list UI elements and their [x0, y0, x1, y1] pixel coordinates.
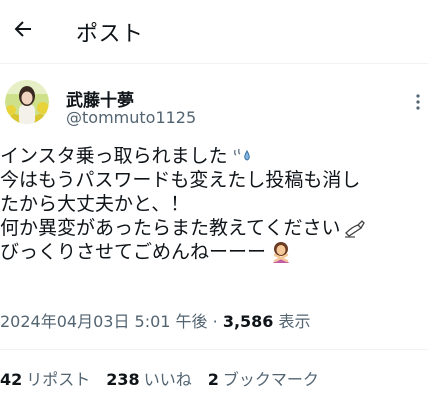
sweat-drops-icon: [233, 148, 250, 161]
author-handle[interactable]: @tommuto1125: [66, 108, 196, 127]
reposts-stat[interactable]: 42 リポスト: [0, 366, 90, 390]
tweet-text: インスタ乗っ取られました 今はもうパスワードも変えたし投稿も消し たから大丈夫か…: [0, 144, 428, 264]
tweet-line: 今はもうパスワードも変えたし投稿も消し: [0, 168, 428, 192]
writing-hand-icon: [345, 220, 366, 238]
back-button[interactable]: [6, 12, 40, 46]
tweet-line-text: インスタ乗っ取られました: [0, 145, 228, 167]
more-vertical-icon: [416, 94, 420, 110]
bookmarks-count: 2: [207, 370, 219, 389]
tweet-line-text: 何か異変があったらまた教えてください: [0, 217, 341, 239]
divider: [0, 349, 428, 350]
likes-count: 238: [106, 370, 140, 389]
profile-photo: [5, 80, 49, 124]
bookmarks-label: ブックマーク: [222, 370, 319, 389]
person-gesturing-no-icon: [273, 242, 290, 263]
reposts-count: 42: [0, 370, 23, 389]
tweet-line: 何か異変があったらまた教えてください: [0, 216, 428, 240]
likes-stat[interactable]: 238 いいね: [106, 366, 191, 390]
meta-separator: ·: [212, 312, 218, 331]
tweet-meta: 2024年04月03日 5:01 午後 · 3,586 表示: [0, 308, 311, 332]
arrow-left-icon: [14, 21, 31, 37]
header-bar: ポスト: [0, 0, 428, 64]
tweet-line-text: 今はもうパスワードも変えたし投稿も消し: [0, 169, 361, 191]
tweet-line-text: たから大丈夫かと、！: [0, 193, 190, 215]
tweet-line: たから大丈夫かと、！: [0, 192, 428, 216]
reposts-label: リポスト: [26, 370, 91, 389]
tweet-datetime[interactable]: 2024年04月03日 5:01 午後: [0, 312, 208, 331]
avatar[interactable]: [5, 80, 49, 124]
page-title: ポスト: [76, 22, 144, 47]
tweet-line: インスタ乗っ取られました: [0, 144, 428, 168]
more-options-button[interactable]: [408, 90, 428, 114]
bookmarks-stat[interactable]: 2 ブックマーク: [208, 366, 319, 390]
likes-label: いいね: [143, 370, 192, 389]
tweet-line: びっくりさせてごめんねーーー: [0, 240, 428, 264]
views-label: 表示: [278, 312, 311, 331]
engagement-stats: 42 リポスト 238 いいね 2 ブックマーク: [0, 366, 319, 390]
tweet-line-text: びっくりさせてごめんねーーー: [0, 241, 267, 263]
views-count: 3,586: [222, 312, 274, 331]
